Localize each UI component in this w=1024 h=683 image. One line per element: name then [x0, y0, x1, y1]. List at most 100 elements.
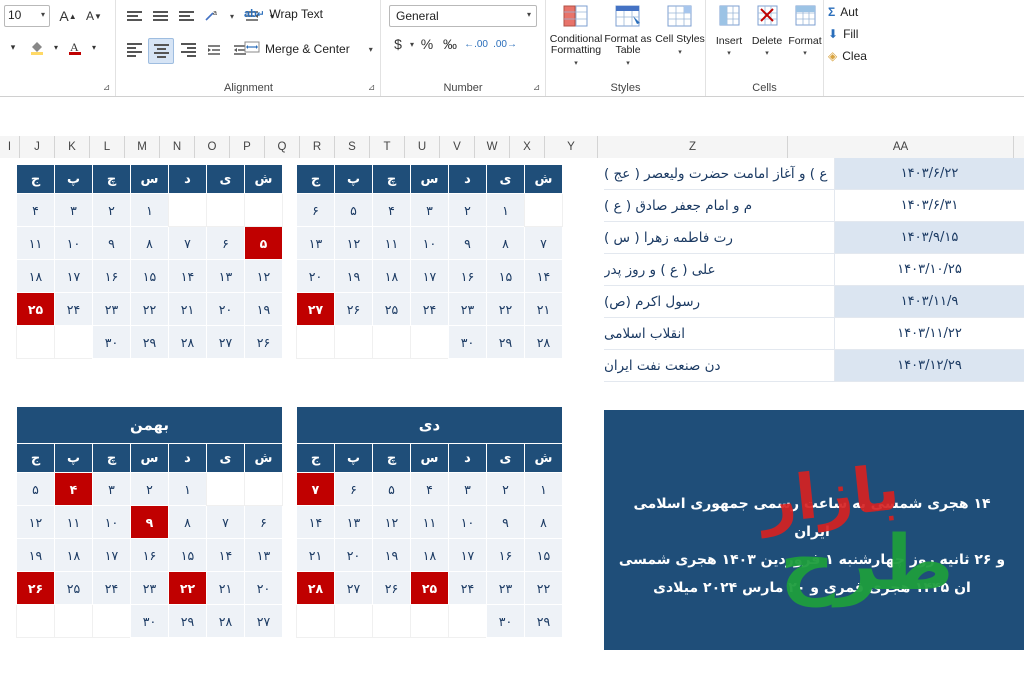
calendar-day-cell[interactable]: ۲۶: [244, 325, 283, 359]
number-dialog-launcher[interactable]: ⊿: [531, 82, 542, 93]
calendar-day-cell[interactable]: ۲۶: [334, 292, 373, 326]
calendar-day-cell[interactable]: ۲۲: [130, 292, 169, 326]
column-header-p[interactable]: P: [230, 136, 265, 158]
calendar-empty-cell[interactable]: [296, 325, 335, 359]
calendar-day-cell[interactable]: ۱: [168, 472, 207, 506]
calendar-day-cell[interactable]: ۱۲: [244, 259, 283, 293]
column-header-q[interactable]: Q: [265, 136, 300, 158]
calendar-day-cell[interactable]: ۷: [168, 226, 207, 260]
clear-button[interactable]: ◈ Clea: [828, 49, 867, 63]
calendar-day-cell[interactable]: ۷: [524, 226, 563, 260]
calendar-day-cell[interactable]: ۲۴: [448, 571, 487, 605]
calendar-day-cell[interactable]: ۱: [524, 472, 563, 506]
table-row[interactable]: ۱۴۰۳/۶/۳۱ م و امام جعفر صادق ( ع ): [604, 190, 1024, 222]
calendar-day-cell[interactable]: ۶: [206, 226, 245, 260]
calendar-empty-cell[interactable]: [448, 604, 487, 638]
calendar-day-cell[interactable]: ۱۹: [244, 292, 283, 326]
calendar-day-cell[interactable]: ۲۰: [334, 538, 373, 572]
calendar-empty-cell[interactable]: [334, 604, 373, 638]
calendar-day-cell[interactable]: ۴: [410, 472, 449, 506]
calendar-day-cell[interactable]: ۱۱: [54, 505, 93, 539]
event-description-cell[interactable]: دن صنعت نفت ایران: [604, 350, 834, 381]
calendar-day-cell[interactable]: ۱۸: [410, 538, 449, 572]
align-bottom-button[interactable]: [174, 4, 198, 28]
calendar-day-cell[interactable]: ۲: [130, 472, 169, 506]
format-cells-button[interactable]: Format ▾: [786, 4, 824, 66]
calendar-day-cell[interactable]: ۱۶: [92, 259, 131, 293]
calendar-day-cell[interactable]: ۳: [54, 193, 93, 227]
chevron-down-icon[interactable]: ▾: [527, 10, 531, 19]
event-description-cell[interactable]: رت فاطمه زهرا ( س ): [604, 222, 834, 253]
calendar-day-cell[interactable]: ۲: [92, 193, 131, 227]
chevron-down-icon[interactable]: ▾: [803, 49, 807, 57]
column-header-o[interactable]: O: [195, 136, 230, 158]
calendar-day-cell[interactable]: ۲۸: [206, 604, 245, 638]
calendar-empty-cell[interactable]: [372, 604, 411, 638]
calendar-empty-cell[interactable]: [524, 193, 563, 227]
calendar-day-cell[interactable]: ۵: [334, 193, 373, 227]
calendar-day-cell[interactable]: ۲۲: [486, 292, 525, 326]
calendar-day-cell[interactable]: ۱۹: [372, 538, 411, 572]
column-header-t[interactable]: T: [370, 136, 405, 158]
calendar-day-cell[interactable]: ۱۱: [410, 505, 449, 539]
decrease-decimal-button[interactable]: .00→: [492, 39, 518, 50]
calendar-day-cell[interactable]: ۹: [448, 226, 487, 260]
event-description-cell[interactable]: رسول اکرم (ص): [604, 286, 834, 317]
calendar-empty-cell[interactable]: [334, 325, 373, 359]
calendar-day-cell[interactable]: ۲۷: [334, 571, 373, 605]
alignment-dialog-launcher[interactable]: ⊿: [366, 82, 377, 93]
percent-format-button[interactable]: %: [417, 36, 437, 52]
table-row[interactable]: ۱۴۰۳/۱۱/۲۲ انقلاب اسلامی: [604, 318, 1024, 350]
conditional-formatting-button[interactable]: Conditional Formatting ▾: [550, 4, 602, 67]
merge-center-button[interactable]: Merge & Center ▾: [240, 38, 377, 60]
calendar-day-cell[interactable]: ۱۵: [524, 538, 563, 572]
event-date-cell[interactable]: ۱۴۰۳/۱۰/۲۵: [834, 254, 1024, 285]
calendar-day-cell[interactable]: ۸: [168, 505, 207, 539]
calendar-day-cell[interactable]: ۸: [524, 505, 563, 539]
calendar-day-cell[interactable]: ۳۰: [130, 604, 169, 638]
calendar-day-cell[interactable]: ۴: [54, 472, 93, 506]
calendar-day-cell[interactable]: ۱۵: [130, 259, 169, 293]
border-chevron-icon[interactable]: ▾: [2, 36, 24, 58]
event-description-cell[interactable]: انقلاب اسلامی: [604, 318, 834, 349]
column-header-k[interactable]: K: [55, 136, 90, 158]
calendar-day-cell[interactable]: ۲۱: [296, 538, 335, 572]
calendar-empty-cell[interactable]: [16, 604, 55, 638]
orientation-button[interactable]: a: [200, 4, 224, 28]
delete-cells-button[interactable]: Delete ▾: [748, 4, 786, 66]
calendar-day-cell[interactable]: ۱۱: [372, 226, 411, 260]
column-header-i[interactable]: I: [0, 136, 20, 158]
event-date-cell[interactable]: ۱۴۰۳/۹/۱۵: [834, 222, 1024, 253]
cell-styles-button[interactable]: Cell Styles ▾: [654, 4, 706, 66]
calendar-day-cell[interactable]: ۱۴: [296, 505, 335, 539]
font-dialog-launcher[interactable]: ⊿: [101, 82, 112, 93]
event-description-cell[interactable]: م و امام جعفر صادق ( ع ): [604, 190, 834, 221]
calendar-empty-cell[interactable]: [54, 604, 93, 638]
font-size-input[interactable]: 10 ▾: [4, 5, 50, 27]
chevron-down-icon[interactable]: ▾: [626, 58, 630, 69]
calendar-empty-cell[interactable]: [244, 472, 283, 506]
calendar-day-cell[interactable]: ۲۹: [486, 325, 525, 359]
calendar-empty-cell[interactable]: [372, 325, 411, 359]
align-top-button[interactable]: [122, 4, 146, 28]
calendar-day-cell[interactable]: ۹: [130, 505, 169, 539]
decrease-indent-button[interactable]: [202, 38, 226, 62]
column-header-s[interactable]: S: [335, 136, 370, 158]
wrap-text-button[interactable]: ab↵ Wrap Text: [240, 5, 327, 23]
calendar-day-cell[interactable]: ۲۶: [372, 571, 411, 605]
calendar-day-cell[interactable]: ۱۱: [16, 226, 55, 260]
column-header-v[interactable]: V: [440, 136, 475, 158]
calendar-day-cell[interactable]: ۱۳: [206, 259, 245, 293]
event-date-cell[interactable]: ۱۴۰۳/۶/۲۲: [834, 158, 1024, 189]
chevron-down-icon[interactable]: ▾: [41, 10, 45, 19]
calendar-day-cell[interactable]: ۲۳: [130, 571, 169, 605]
column-header-z[interactable]: Z: [598, 136, 788, 158]
calendar-day-cell[interactable]: ۵: [372, 472, 411, 506]
calendar-empty-cell[interactable]: [410, 604, 449, 638]
calendar-day-cell[interactable]: ۲۲: [168, 571, 207, 605]
event-date-cell[interactable]: ۱۴۰۳/۱۱/۲۲: [834, 318, 1024, 349]
calendar-day-cell[interactable]: ۱۹: [16, 538, 55, 572]
calendar-day-cell[interactable]: ۳: [92, 472, 131, 506]
calendar-day-cell[interactable]: ۴: [372, 193, 411, 227]
calendar-empty-cell[interactable]: [16, 325, 55, 359]
